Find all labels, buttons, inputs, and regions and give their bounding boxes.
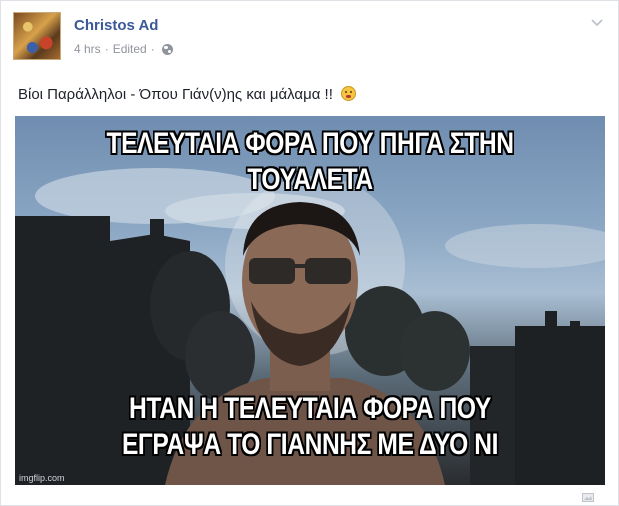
meme-bottom-text: ΗΤΑΝ Η ΤΕΛΕΥΤΑΙΑ ΦΟΡΑ ΠΟΥ ΕΓΡΑΨΑ ΤΟ ΓΙΑΝ… [68,391,552,463]
embarrassed-face-emoji [341,86,357,101]
meta-separator: · [150,42,155,56]
post-caption: Βίοι Παράλληλοι - Όπου Γιάν(ν)ης και μάλ… [18,86,357,103]
timestamp[interactable]: 4 hrs [74,42,101,56]
post-meta: 4 hrs · Edited · [74,42,173,56]
globe-icon[interactable] [161,43,173,55]
facebook-post: Christos Ad 4 hrs · Edited · Βίοι Παράλλ… [0,0,619,506]
meme-top-text: ΤΕΛΕΥΤΑΙΑ ΦΟΡΑ ΠΟΥ ΠΗΓΑ ΣΤΗΝ ΤΟΥΑΛΕΤΑ [106,127,514,196]
edited-label[interactable]: Edited [113,42,147,56]
tag-photo-icon[interactable] [582,493,594,502]
watermark: imgflip.com [19,473,65,483]
meme-image[interactable]: ΤΕΛΕΥΤΑΙΑ ΦΟΡΑ ΠΟΥ ΠΗΓΑ ΣΤΗΝ ΤΟΥΑΛΕΤΑ ΗΤ… [15,116,605,485]
meme-bottom-line: ΕΓΡΑΨΑ ΤΟ ΓΙΑΝΝΗΣ ΜΕ ΔΥΟ ΝΙ [121,428,499,461]
avatar[interactable] [13,12,61,60]
meta-separator: · [104,42,109,56]
chevron-down-icon[interactable] [590,15,604,29]
author-name[interactable]: Christos Ad [74,17,158,34]
meme-bottom-line: ΗΤΑΝ Η ΤΕΛΕΥΤΑΙΑ ΦΟΡΑ ΠΟΥ [129,392,491,425]
caption-text: Βίοι Παράλληλοι - Όπου Γιάν(ν)ης και μάλ… [18,86,333,103]
